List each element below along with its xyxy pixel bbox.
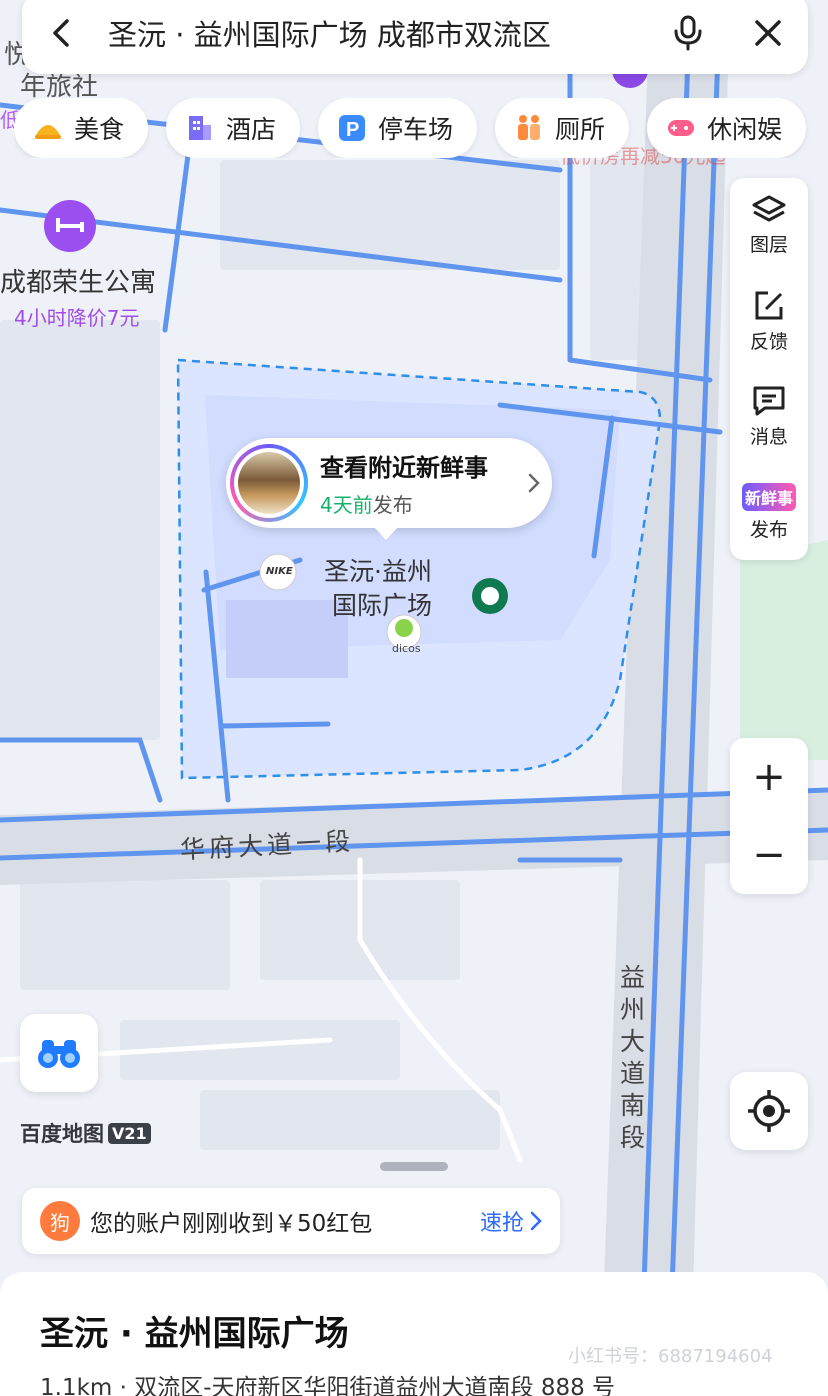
bubble-thumbnail [230, 444, 308, 522]
chip-food[interactable]: 美食 [14, 98, 149, 158]
feedback-icon [755, 291, 783, 320]
bubble-time: 4天前 [320, 493, 373, 517]
map-label-dicos[interactable]: dicos [392, 642, 421, 655]
close-icon [755, 20, 781, 46]
red-packet-icon: 狗 [40, 1201, 80, 1241]
svg-text:P: P [346, 119, 359, 141]
map-label-road-vertical: 益州大道南段 [620, 963, 646, 1152]
watermark-text: 小红书号：6887194604 [568, 1346, 773, 1367]
food-icon [32, 112, 64, 144]
message-icon [753, 386, 785, 416]
search-query[interactable]: 圣沅 · 益州国际广场 成都市双流区 [102, 12, 648, 54]
parking-icon: P [336, 112, 368, 144]
search-bar[interactable]: 圣沅 · 益州国际广场 成都市双流区 [22, 0, 808, 74]
street-view-button[interactable] [20, 1014, 98, 1092]
drag-handle[interactable] [380, 1162, 448, 1171]
chip-label: 酒店 [226, 115, 277, 144]
tool-label: 图层 [749, 234, 788, 257]
bubble-title: 查看附近新鲜事 [320, 454, 488, 482]
chip-parking[interactable]: P 停车场 [318, 98, 478, 158]
tool-layers[interactable]: 图层 [730, 178, 808, 274]
brand-name: 百度地图 [20, 1122, 104, 1146]
microphone-icon [674, 15, 702, 51]
locate-button[interactable] [730, 1072, 808, 1150]
bubble-suffix: 发布 [372, 493, 413, 517]
publish-icon: 新鲜事 [741, 482, 796, 511]
chip-label: 休闲娱 [707, 115, 783, 144]
chip-leisure[interactable]: 休闲娱 [647, 98, 807, 158]
red-packet-banner[interactable]: 狗 您的账户刚刚收到￥50红包 速抢 [22, 1188, 560, 1254]
tool-label: 反馈 [749, 330, 788, 353]
map-tools-panel: 图层 反馈 消息 新鲜事 发布 [730, 178, 808, 560]
tool-messages[interactable]: 消息 [730, 369, 808, 465]
chevron-right-icon [530, 1211, 542, 1231]
tool-label: 消息 [749, 426, 788, 449]
bubble-subtitle: 4天前发布 [320, 489, 516, 518]
place-title: 圣沅 · 益州国际广场 [40, 1314, 349, 1354]
banner-text: 您的账户刚刚收到￥50红包 [90, 1211, 373, 1237]
brand-logo: 百度地图 V21 [20, 1118, 151, 1148]
gamepad-icon [665, 112, 697, 144]
grab-label: 速抢 [479, 1211, 524, 1236]
chip-label: 停车场 [378, 115, 454, 144]
locate-icon [748, 1090, 790, 1132]
zoom-in-button[interactable]: + [730, 738, 808, 816]
close-button[interactable] [728, 0, 808, 74]
map-label-mall-2[interactable]: 国际广场 [332, 586, 432, 622]
chip-hotel[interactable]: 酒店 [166, 98, 301, 158]
map-label-mall-1[interactable]: 圣沅·益州 [324, 552, 432, 588]
map-label-hotel-name[interactable]: 成都荣生公寓 [0, 262, 156, 299]
toilet-icon [513, 112, 545, 144]
category-chips: 美食 酒店 P 停车场 厕所 休闲娱 [14, 98, 828, 158]
tool-feedback[interactable]: 反馈 [730, 274, 808, 370]
place-address: 1.1km · 双流区-天府新区华阳街道益州大道南段 888 号 [40, 1375, 616, 1396]
nearby-news-bubble[interactable]: 查看附近新鲜事 4天前发布 [226, 438, 552, 540]
voice-search-button[interactable] [648, 0, 728, 74]
layers-icon [752, 195, 786, 222]
tool-publish[interactable]: 新鲜事 发布 [730, 465, 808, 561]
map-label-nike[interactable]: NIKE [266, 566, 293, 577]
zoom-control: + − [730, 738, 808, 894]
chip-label: 美食 [74, 115, 125, 144]
chip-toilet[interactable]: 厕所 [495, 98, 630, 158]
map-label-hotel-promo[interactable]: 4小时降价7元 [14, 302, 139, 331]
back-arrow-icon [53, 19, 69, 47]
brand-version: V21 [108, 1122, 151, 1144]
tool-label: 发布 [749, 518, 788, 541]
binoculars-icon [38, 1040, 80, 1068]
chip-label: 厕所 [555, 115, 606, 144]
zoom-out-button[interactable]: − [730, 816, 808, 894]
grab-button[interactable]: 速抢 [480, 1205, 542, 1237]
chevron-right-icon [516, 472, 552, 494]
place-detail-sheet[interactable]: 圣沅 · 益州国际广场 1.1km · 双流区-天府新区华阳街道益州大道南段 8… [0, 1272, 828, 1396]
hotel-icon [184, 112, 216, 144]
map-canvas[interactable] [0, 0, 828, 1396]
back-button[interactable] [22, 0, 102, 74]
